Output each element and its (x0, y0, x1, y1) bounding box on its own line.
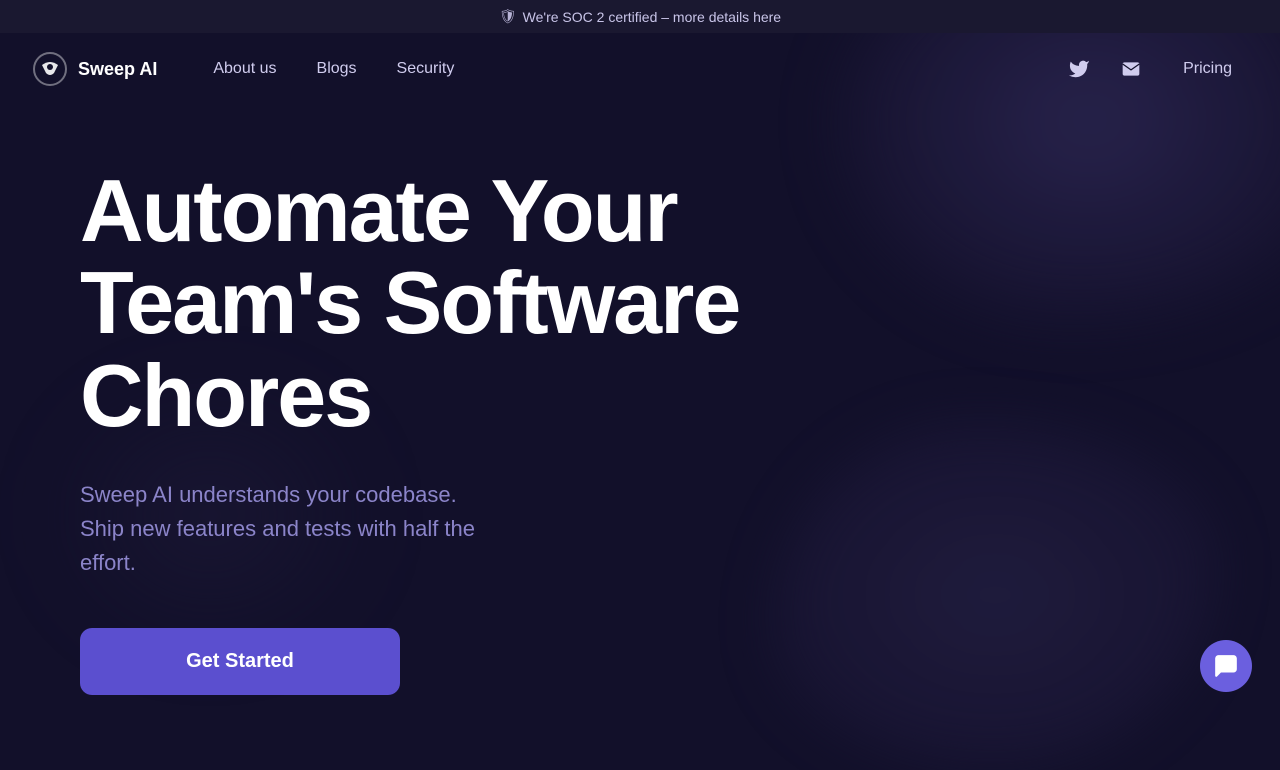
pricing-link[interactable]: Pricing (1167, 52, 1248, 86)
nav-link-blogs[interactable]: Blogs (301, 52, 373, 86)
nav-right: Pricing (1063, 52, 1248, 86)
main-content: Automate Your Team's Software Chores Swe… (0, 105, 1280, 735)
logo-icon (32, 51, 68, 87)
shield-icon: 🛡 (499, 8, 517, 25)
soc2-banner: 🛡 We're SOC 2 certified – more details h… (0, 0, 1280, 33)
logo[interactable]: Sweep AI (32, 51, 157, 87)
banner-text: We're SOC 2 certified – more details her… (523, 9, 781, 25)
get-started-button[interactable]: Get Started (80, 628, 400, 695)
email-button[interactable] (1115, 53, 1147, 85)
chat-icon (1213, 653, 1239, 679)
chat-button[interactable] (1200, 640, 1252, 692)
nav-links: About us Blogs Security (197, 52, 1063, 86)
mail-icon (1121, 59, 1141, 79)
hero-title: Automate Your Team's Software Chores (80, 165, 980, 442)
logo-text: Sweep AI (78, 59, 157, 80)
twitter-button[interactable] (1063, 53, 1095, 85)
twitter-icon (1068, 58, 1090, 80)
nav-link-about-us[interactable]: About us (197, 52, 292, 86)
hero-subtitle: Sweep AI understands your codebase. Ship… (80, 478, 500, 580)
nav-link-security[interactable]: Security (381, 52, 471, 86)
navbar: Sweep AI About us Blogs Security Pricing (0, 33, 1280, 105)
